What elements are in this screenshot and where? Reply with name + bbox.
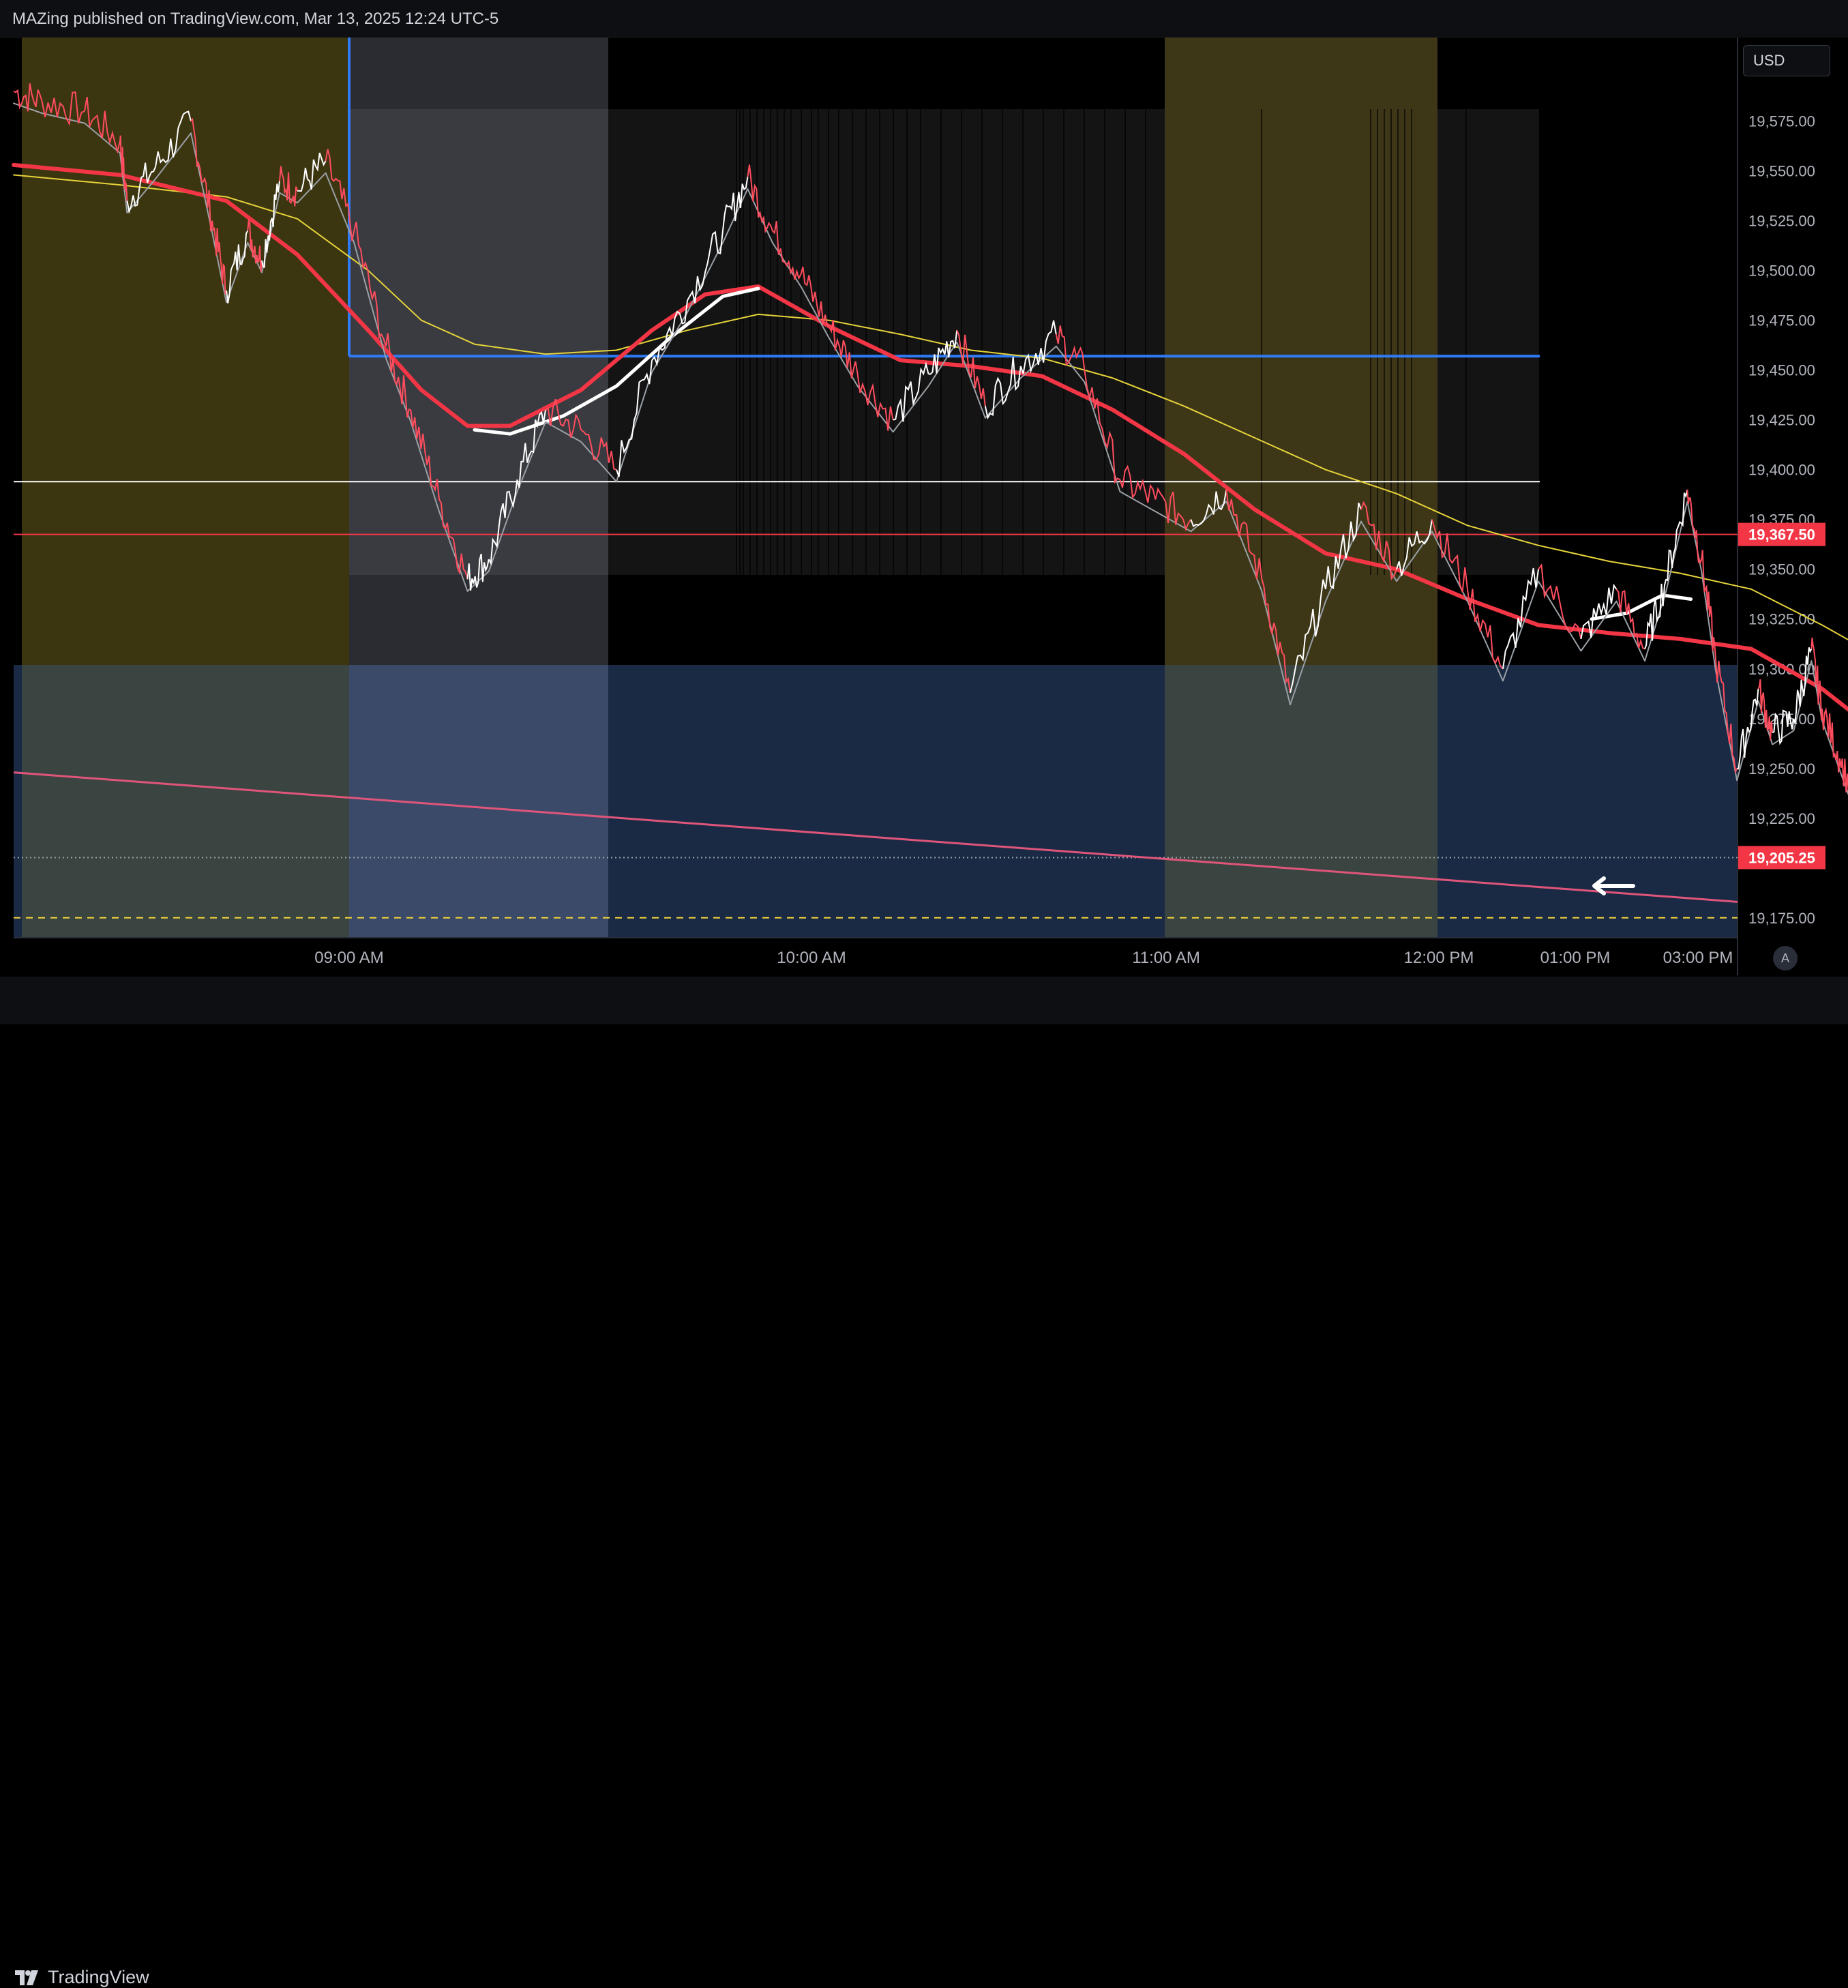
- y-tick-label-4: 19,475.00: [1748, 312, 1815, 329]
- y-tick-label-14: 19,225.00: [1748, 810, 1815, 827]
- footer: TradingView: [0, 977, 1848, 1987]
- x-tick-label-0: 09:00 AM: [314, 949, 383, 967]
- y-tick-label-5: 19,450.00: [1748, 362, 1815, 379]
- lunch-zone-overlay: [1165, 665, 1437, 938]
- price-label-0: 19,367.50: [1748, 526, 1815, 544]
- y-tick-label-10: 19,325.00: [1748, 611, 1815, 628]
- tradingview-logo-icon: [15, 1970, 38, 1985]
- premarket-zone-overlay: [22, 665, 349, 938]
- x-tick-label-2: 11:00 AM: [1132, 949, 1200, 967]
- price-segment-56: [1686, 489, 1703, 565]
- price-segment-53: [1615, 589, 1645, 650]
- x-tick-label-5: 03:00 PM: [1663, 949, 1733, 967]
- currency-button[interactable]: USD: [1743, 45, 1830, 76]
- brand-label: TradingView: [48, 1967, 149, 1987]
- y-tick-label-3: 19,500.00: [1748, 263, 1815, 280]
- premarket-session-block: [22, 38, 349, 665]
- y-tick-label-9: 19,350.00: [1748, 561, 1815, 578]
- y-tick-label-7: 19,400.00: [1748, 462, 1815, 479]
- x-tick-label-3: 12:00 PM: [1404, 949, 1474, 967]
- x-tick-label-1: 10:00 AM: [777, 949, 846, 967]
- price-chart[interactable]: 19,575.00 19,550.00 19,525.00 19,500.00 19,4…: [0, 0, 1848, 1024]
- x-tick-label-4: 01:00 PM: [1540, 949, 1611, 967]
- auto-scale-button[interactable]: A: [1773, 946, 1798, 970]
- y-tick-label-15: 19,175.00: [1748, 910, 1815, 927]
- y-tick-label-2: 19,525.00: [1748, 213, 1815, 230]
- price-label-1: 19,205.25: [1748, 849, 1815, 866]
- price-segment-49: [1467, 589, 1504, 670]
- tradingview-logo[interactable]: TradingView: [14, 1967, 149, 1988]
- y-tick-label-6: 19,425.00: [1748, 412, 1815, 429]
- y-tick-label-1: 19,550.00: [1748, 163, 1815, 180]
- y-tick-label-13: 19,250.00: [1748, 760, 1815, 777]
- y-tick-label-0: 19,575.00: [1748, 113, 1815, 130]
